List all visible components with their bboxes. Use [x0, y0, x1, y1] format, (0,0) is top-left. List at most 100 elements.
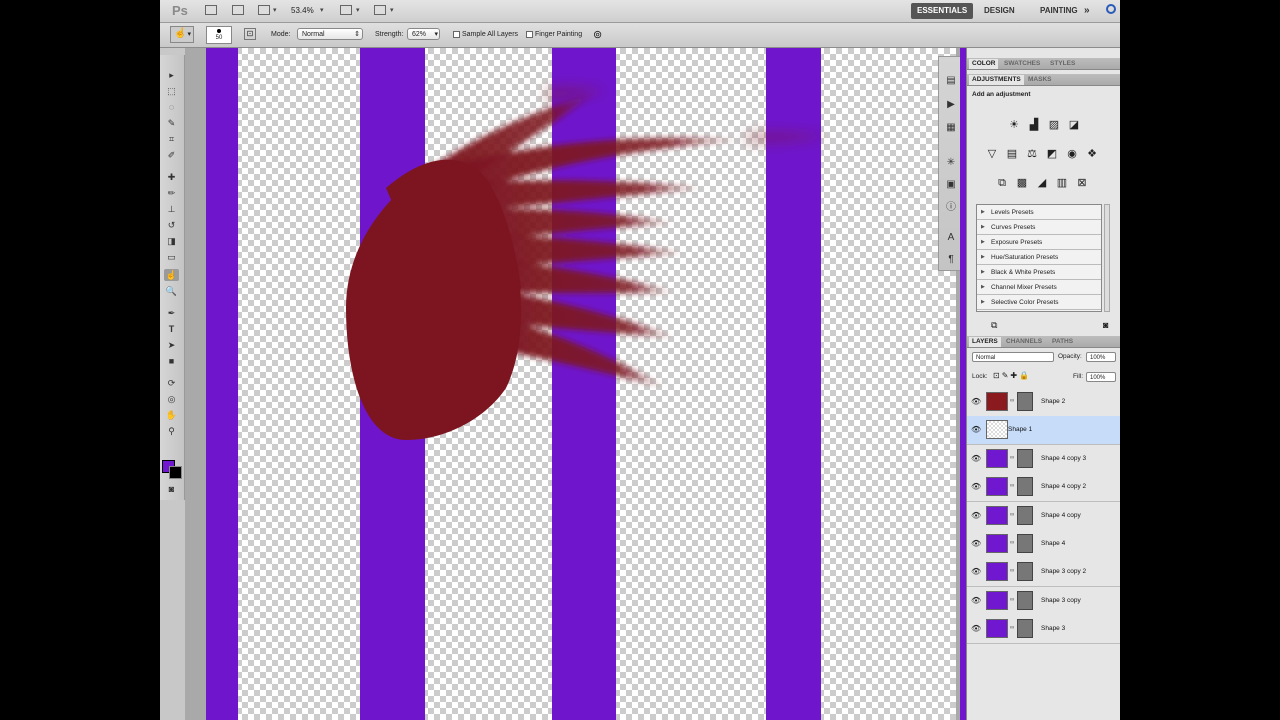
link-icon[interactable]: ∞ [1010, 568, 1014, 574]
channel-mixer-icon[interactable]: ❖ [1085, 147, 1099, 161]
arrange-documents-icon[interactable] [340, 5, 352, 15]
dodge-tool-icon[interactable]: 🔍 [164, 285, 179, 297]
link-icon[interactable]: ∞ [1010, 597, 1014, 603]
clone-stamp-tool-icon[interactable]: ⊥ [164, 203, 179, 215]
eraser-tool-icon[interactable]: ◨ [164, 235, 179, 247]
list-item[interactable]: Channel Mixer Presets [977, 280, 1101, 295]
strength-field[interactable]: 62% ▾ [407, 28, 440, 40]
adjust-gear-icon[interactable]: ✳ [945, 157, 957, 169]
mode-select[interactable]: Normal ⇕ [297, 28, 363, 40]
sample-all-layers-checkbox[interactable] [453, 31, 460, 38]
spot-healing-tool-icon[interactable]: ✚ [164, 171, 179, 183]
link-icon[interactable]: ∞ [1010, 398, 1014, 404]
fill-field[interactable]: 100% [1086, 372, 1116, 382]
tab-layers[interactable]: LAYERS [969, 337, 1001, 347]
layer-row[interactable]: 👁 ∞ Shape 4 [967, 530, 1120, 559]
color-balance-icon[interactable]: ⚖ [1025, 147, 1039, 161]
link-icon[interactable]: ∞ [1010, 512, 1014, 518]
background-color-swatch[interactable] [169, 466, 182, 479]
vector-mask-thumbnail[interactable] [1017, 477, 1033, 497]
photo-filter-icon[interactable]: ◉ [1065, 147, 1079, 161]
vector-mask-thumbnail[interactable] [1017, 505, 1033, 525]
crop-tool-icon[interactable]: ⌗ [164, 133, 179, 145]
3d-orbit-tool-icon[interactable]: ◎ [164, 393, 179, 405]
return-to-list-icon[interactable]: ⧉ [991, 320, 997, 331]
paragraph-panel-icon[interactable]: ¶ [945, 254, 957, 266]
list-item[interactable]: Hue/Saturation Presets [977, 250, 1101, 265]
opacity-field[interactable]: 100% [1086, 352, 1116, 362]
link-icon[interactable]: ∞ [1010, 625, 1014, 631]
layer-row[interactable]: 👁 ∞ Shape 3 copy 2 [967, 558, 1120, 588]
workspace-design[interactable]: DESIGN [978, 3, 1021, 19]
launch-bridge-icon[interactable] [205, 5, 217, 15]
tab-color[interactable]: COLOR [969, 59, 999, 69]
vector-mask-thumbnail[interactable] [1017, 392, 1033, 411]
visibility-eye-icon[interactable]: 👁 [971, 624, 981, 633]
layer-row[interactable]: 👁 ∞ Shape 3 copy [967, 586, 1120, 616]
list-item[interactable]: Exposure Presets [977, 235, 1101, 250]
character-panel-icon[interactable]: A [945, 232, 957, 244]
tab-adjustments[interactable]: ADJUSTMENTS [969, 75, 1024, 85]
view-extras-icon[interactable] [258, 5, 270, 15]
vector-mask-thumbnail[interactable] [1017, 590, 1033, 610]
vector-mask-thumbnail[interactable] [1017, 619, 1033, 639]
threshold-icon[interactable]: ◢ [1035, 176, 1049, 190]
screen-mode-icon[interactable] [374, 5, 386, 15]
cs-live-icon[interactable] [1106, 4, 1116, 14]
brightness-icon[interactable]: ☀ [1007, 118, 1021, 132]
selective-color-icon[interactable]: ⊠ [1075, 176, 1089, 190]
smudge-tool-icon[interactable]: ☝ [164, 269, 179, 281]
tab-paths[interactable]: PATHS [1049, 337, 1076, 347]
chevron-down-icon[interactable]: ▾ [356, 6, 360, 14]
image-panel-icon[interactable]: ▣ [945, 179, 957, 191]
link-icon[interactable]: ∞ [1010, 455, 1014, 461]
tab-styles[interactable]: STYLES [1047, 59, 1078, 69]
layer-row[interactable]: 👁 ∞ Shape 4 copy [967, 501, 1120, 531]
hue-saturation-icon[interactable]: ▤ [1005, 147, 1019, 161]
chevron-down-icon[interactable]: ▾ [390, 6, 394, 14]
zoom-level[interactable]: 53.4% [291, 6, 314, 15]
list-item[interactable]: Levels Presets [977, 205, 1101, 220]
vector-mask-thumbnail[interactable] [1017, 562, 1033, 582]
tool-preset-picker[interactable]: ☝ ▾ [170, 26, 194, 43]
black-white-icon[interactable]: ◩ [1045, 147, 1059, 161]
vector-mask-thumbnail[interactable] [1017, 534, 1033, 553]
lasso-tool-icon[interactable]: ◌ [164, 101, 179, 113]
visibility-eye-icon[interactable]: 👁 [971, 425, 981, 434]
visibility-eye-icon[interactable]: 👁 [971, 511, 981, 520]
curves-icon[interactable]: ▨ [1047, 118, 1061, 132]
path-select-tool-icon[interactable]: ➤ [164, 339, 179, 351]
vector-mask-thumbnail[interactable] [1017, 448, 1033, 468]
chevron-down-icon[interactable]: ▾ [320, 6, 324, 14]
workspace-essentials[interactable]: ESSENTIALS [911, 3, 974, 19]
layer-row[interactable]: 👁 ∞ Shape 4 copy 2 [967, 473, 1120, 503]
hand-tool-icon[interactable]: ✋ [164, 409, 179, 421]
visibility-eye-icon[interactable]: 👁 [971, 596, 981, 605]
finger-painting-checkbox[interactable] [526, 31, 533, 38]
type-tool-icon[interactable]: T [164, 323, 179, 335]
tab-channels[interactable]: CHANNELS [1003, 337, 1045, 347]
tab-swatches[interactable]: SWATCHES [1001, 59, 1043, 69]
3d-rotate-tool-icon[interactable]: ⟳ [164, 377, 179, 389]
brush-tool-icon[interactable]: ✏ [164, 187, 179, 199]
layer-row[interactable]: 👁 ∞ Shape 4 copy 3 [967, 444, 1120, 474]
eyedropper-tool-icon[interactable]: ✐ [164, 149, 179, 161]
layer-row[interactable]: 👁 ∞ Shape 3 [967, 615, 1120, 645]
visibility-eye-icon[interactable]: 👁 [971, 567, 981, 576]
visibility-eye-icon[interactable]: 👁 [971, 397, 981, 406]
marquee-tool-icon[interactable]: ⬚ [164, 85, 179, 97]
brush-preset-picker[interactable]: 50 [206, 26, 232, 44]
history-panel-icon[interactable]: ▤ [945, 75, 957, 87]
animation-panel-icon[interactable]: ▦ [945, 122, 957, 134]
zoom-tool-icon[interactable]: ⚲ [164, 425, 179, 437]
pressure-icon[interactable]: ⊚ [593, 28, 602, 41]
layer-row[interactable]: 👁 ∞ Shape 2 [967, 388, 1120, 417]
info-panel-icon[interactable]: ⓘ [945, 202, 957, 214]
vibrance-icon[interactable]: ▽ [985, 147, 999, 161]
quick-mask-icon[interactable]: ◙ [164, 483, 179, 495]
levels-icon[interactable]: ▟ [1027, 118, 1041, 132]
panel-options-icon[interactable]: ◙ [1103, 320, 1108, 330]
gradient-map-icon[interactable]: ▥ [1055, 176, 1069, 190]
chevron-down-icon[interactable]: ▾ [273, 6, 277, 14]
presets-scrollbar[interactable] [1104, 204, 1110, 312]
